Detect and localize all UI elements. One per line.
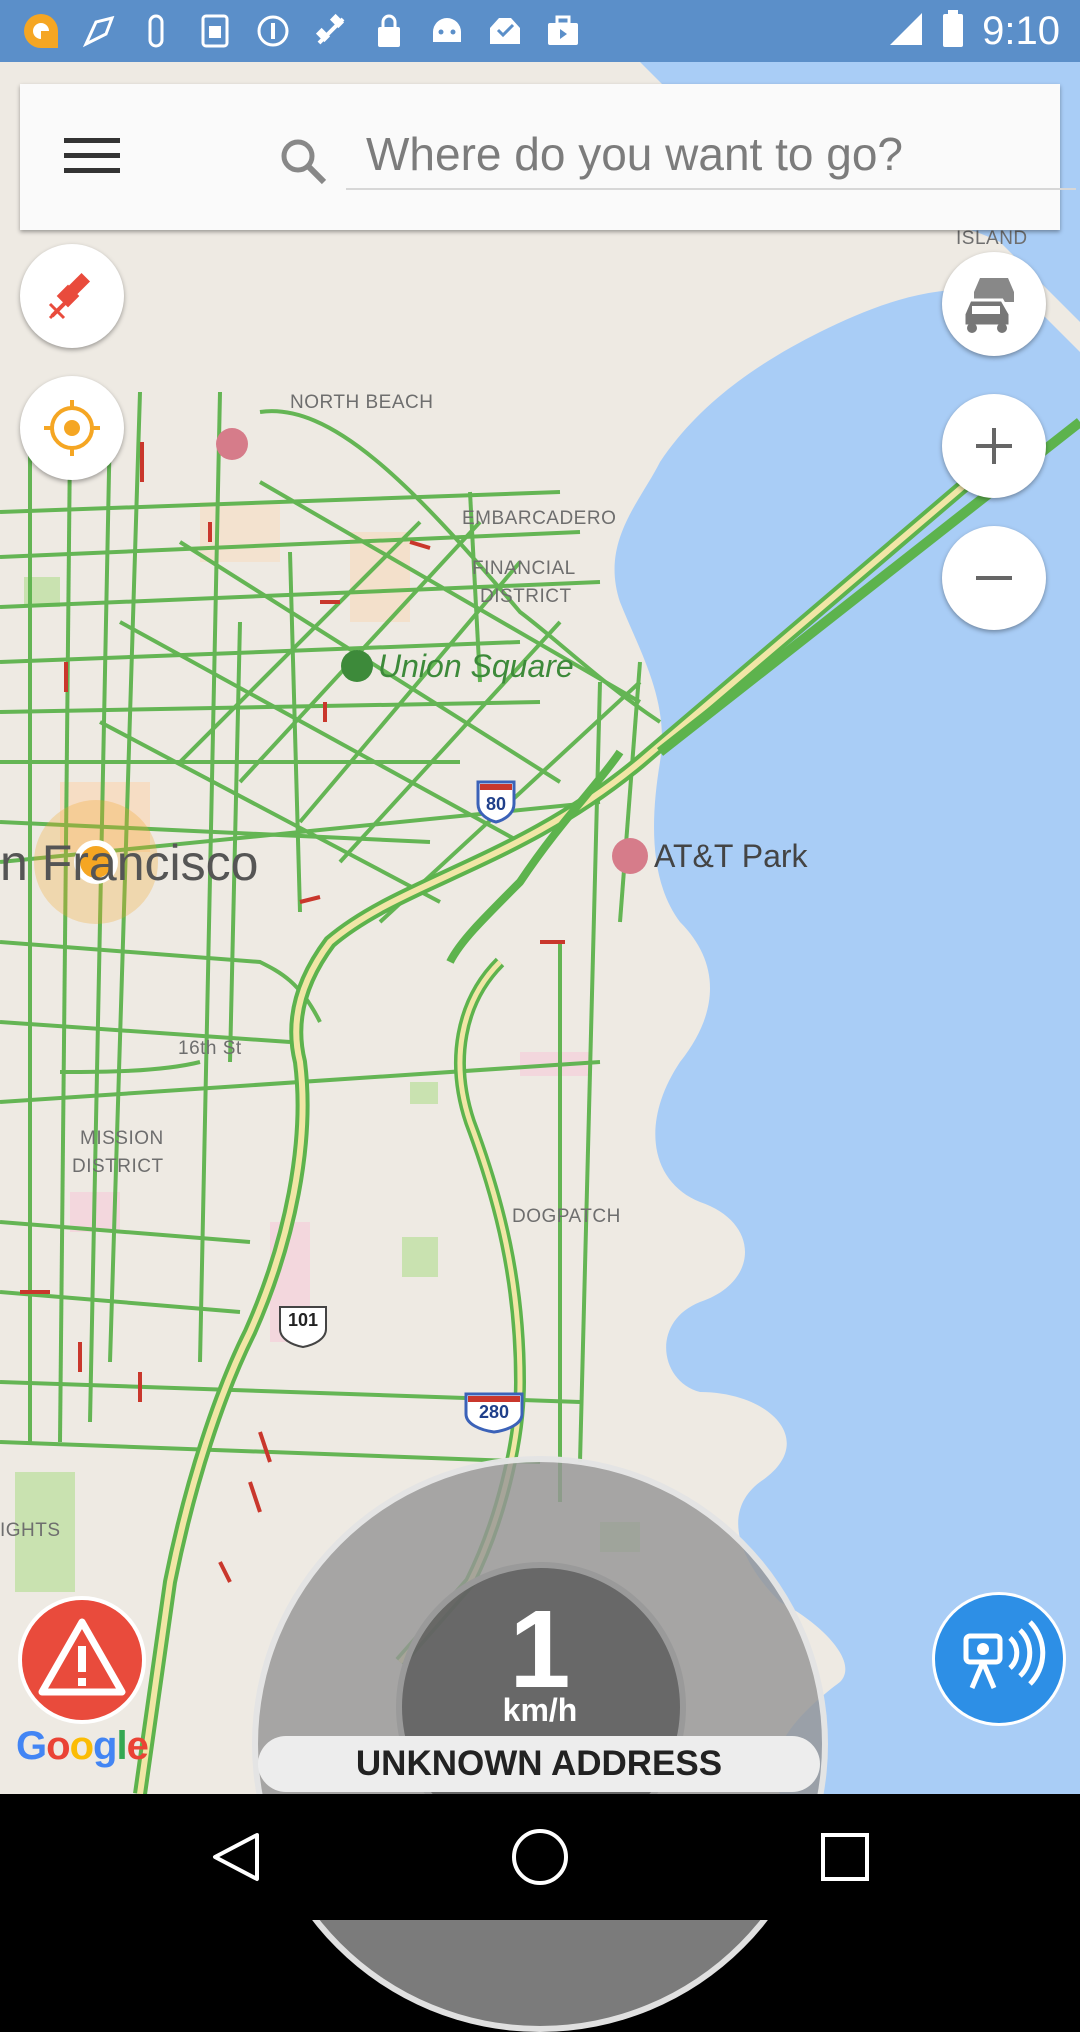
zoom-out-button[interactable]	[942, 526, 1046, 630]
sim-icon	[196, 12, 234, 50]
info-icon	[254, 12, 292, 50]
satellite-off-icon	[48, 272, 91, 320]
google-logo: Google	[16, 1724, 149, 1768]
report-alert-button[interactable]	[18, 1596, 146, 1724]
label-north-beach: NORTH BEACH	[290, 392, 434, 413]
android-icon	[428, 12, 466, 50]
back-button[interactable]	[200, 1822, 270, 1892]
label-shield-101: 101	[287, 1310, 319, 1330]
search-input[interactable]	[346, 120, 1076, 190]
fruit-icon	[80, 12, 118, 50]
app-icon	[22, 12, 60, 50]
clock: 9:10	[982, 8, 1060, 53]
battery-icon	[942, 9, 964, 53]
my-location-button[interactable]	[20, 376, 124, 480]
inbox-icon	[486, 12, 524, 50]
label-shield-80: 80	[485, 794, 507, 814]
crosshair-icon	[44, 400, 100, 456]
label-att-park: AT&T Park	[654, 838, 808, 874]
camera-poi-icon	[216, 428, 248, 460]
label-heights: IGHTS	[0, 1520, 61, 1541]
plus-icon	[976, 428, 1012, 464]
label-embarcadero: EMBARCADERO	[462, 508, 617, 529]
warning-icon	[22, 1600, 142, 1720]
clip-icon	[138, 12, 176, 50]
menu-icon[interactable]	[64, 136, 120, 176]
back-icon	[213, 1833, 259, 1881]
label-financial-1: FINANCIAL	[472, 558, 576, 579]
label-san-francisco: n Francisco	[0, 835, 259, 891]
current-address: UNKNOWN ADDRESS	[258, 1736, 820, 1792]
home-icon	[512, 1829, 568, 1885]
gps-off-button[interactable]	[20, 244, 124, 348]
label-island: ISLAND	[956, 228, 1028, 249]
park-poi-icon	[341, 650, 373, 682]
label-financial-2: DISTRICT	[480, 586, 572, 607]
speed-unit: km/h	[502, 1692, 578, 1728]
stadium-poi-icon	[612, 838, 648, 874]
recents-icon	[821, 1833, 869, 1881]
notification-icons	[22, 12, 582, 50]
label-16th-st: 16th St	[178, 1038, 242, 1059]
search-icon	[278, 136, 328, 186]
search-bar	[20, 84, 1076, 230]
satellite-icon	[312, 12, 350, 50]
speed-camera-icon	[935, 1595, 1063, 1723]
traffic-cars-icon	[962, 278, 1014, 333]
label-dogpatch: DOGPATCH	[512, 1206, 621, 1227]
traffic-button[interactable]	[942, 252, 1046, 356]
zoom-in-button[interactable]	[942, 394, 1046, 498]
recents-button[interactable]	[810, 1822, 880, 1892]
signal-icon	[888, 11, 924, 52]
label-union-square: Union Square	[378, 648, 574, 684]
minus-icon	[976, 576, 1012, 580]
speed-camera-button[interactable]	[932, 1592, 1066, 1726]
lock-icon	[370, 12, 408, 50]
briefcase-icon	[544, 12, 582, 50]
status-bar: 9:10	[0, 0, 1080, 62]
label-shield-280: 280	[478, 1402, 510, 1422]
home-button[interactable]	[505, 1822, 575, 1892]
label-mission-1: MISSION	[80, 1128, 164, 1149]
navigation-bar	[0, 1794, 1080, 1920]
label-mission-2: DISTRICT	[72, 1156, 164, 1177]
